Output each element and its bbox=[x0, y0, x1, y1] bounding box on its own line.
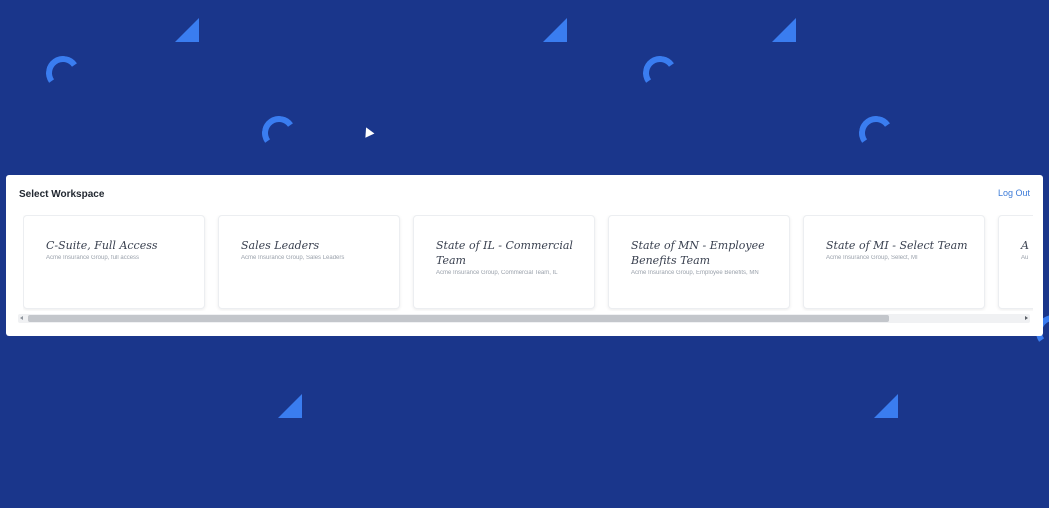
workspace-card-title: State of MI - Select Team bbox=[826, 239, 968, 252]
workspace-card-title: Sales Leaders bbox=[241, 239, 320, 252]
logout-link[interactable]: Log Out bbox=[998, 188, 1030, 198]
workspace-card-title: A bbox=[1021, 239, 1029, 252]
workspace-card-subtitle: Acme Insurance Group, Commercial Team, I… bbox=[436, 270, 558, 276]
workspace-card[interactable]: State of IL - Commercial Team Acme Insur… bbox=[413, 215, 595, 309]
decor-arc-icon bbox=[640, 53, 680, 93]
workspace-card[interactable]: C-Suite, Full Access Acme Insurance Grou… bbox=[23, 215, 205, 309]
workspace-card-subtitle: Au bbox=[1021, 255, 1029, 261]
workspace-card-subtitle: Acme Insurance Group, Sales Leaders bbox=[241, 255, 345, 261]
decor-arc-icon bbox=[259, 113, 299, 153]
panel-title: Select Workspace bbox=[19, 189, 105, 200]
decor-arc-icon bbox=[43, 53, 83, 93]
workspace-card[interactable]: Sales Leaders Acme Insurance Group, Sale… bbox=[218, 215, 400, 309]
workspace-panel: Select Workspace Log Out C-Suite, Full A… bbox=[6, 175, 1043, 336]
workspace-card-title: C-Suite, Full Access bbox=[46, 239, 158, 252]
scroll-left-arrow-icon[interactable] bbox=[20, 316, 23, 320]
workspace-card-title: State of MN - Employee Benefits Team bbox=[631, 239, 765, 267]
scroll-right-arrow-icon[interactable] bbox=[1025, 316, 1028, 320]
workspace-card-subtitle: Acme Insurance Group, full access bbox=[46, 255, 140, 261]
workspace-card-subtitle: Acme Insurance Group, Select, MI bbox=[826, 255, 918, 261]
workspace-card[interactable]: State of MI - Select Team Acme Insurance… bbox=[803, 215, 985, 309]
workspace-card[interactable]: State of MN - Employee Benefits Team Acm… bbox=[608, 215, 790, 309]
mouse-pointer-icon bbox=[361, 125, 375, 138]
decor-triangle-icon bbox=[874, 394, 898, 418]
workspace-card[interactable]: A Au bbox=[998, 215, 1033, 309]
decor-triangle-icon bbox=[543, 18, 567, 42]
workspace-list: C-Suite, Full Access Acme Insurance Grou… bbox=[23, 215, 1033, 311]
decor-triangle-icon bbox=[278, 394, 302, 418]
workspace-card-title: State of IL - Commercial Team bbox=[436, 239, 573, 267]
scrollbar-thumb[interactable] bbox=[28, 315, 889, 322]
decor-triangle-icon bbox=[772, 18, 796, 42]
decor-triangle-icon bbox=[175, 18, 199, 42]
workspace-card-subtitle: Acme Insurance Group, Employee Benefits,… bbox=[631, 270, 759, 276]
decor-arc-icon bbox=[856, 113, 896, 153]
horizontal-scrollbar[interactable] bbox=[18, 314, 1030, 323]
